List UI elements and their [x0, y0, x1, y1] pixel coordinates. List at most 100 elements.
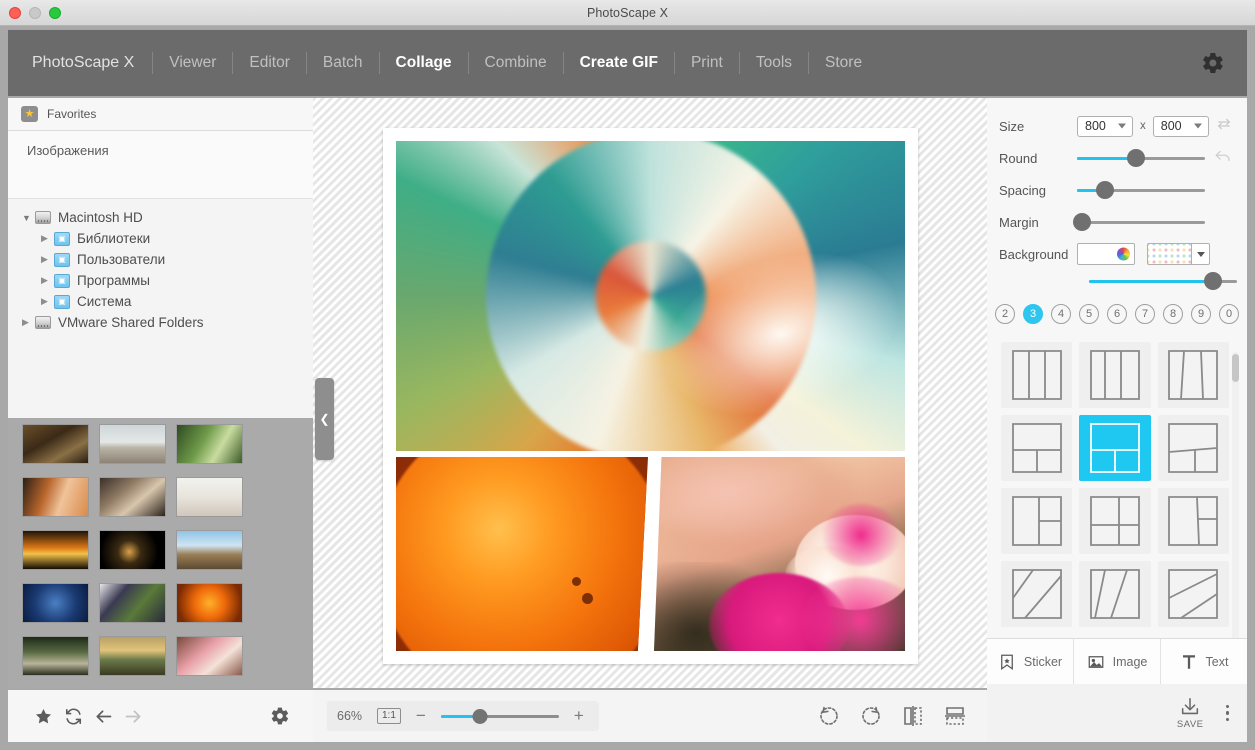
thumb-world-map[interactable] — [22, 583, 89, 623]
thumb-forest-path[interactable] — [176, 424, 243, 464]
favorites-header[interactable]: ★ Favorites — [8, 98, 313, 131]
gear-icon[interactable] — [265, 701, 295, 731]
gear-icon[interactable] — [1201, 51, 1225, 75]
favorite-item[interactable]: Изображения — [27, 142, 313, 160]
width-select[interactable]: 800 — [1077, 115, 1133, 137]
panel-tab-image[interactable]: Image — [1074, 639, 1161, 684]
collage-canvas[interactable] — [313, 98, 987, 688]
tree-item-macintosh-hd[interactable]: ▼ Macintosh HD — [8, 207, 313, 228]
layout-scrollbar[interactable] — [1232, 352, 1239, 638]
layout-3-columns-slanted[interactable] — [1157, 342, 1229, 408]
rotate-ccw-icon[interactable] — [817, 704, 841, 728]
nav-item-viewer[interactable]: Viewer — [153, 50, 232, 76]
collage-sheet[interactable] — [383, 128, 918, 664]
refresh-icon[interactable] — [58, 701, 88, 731]
nav-brand[interactable]: PhotoScape X — [22, 50, 152, 76]
photo-count-button-8[interactable]: 8 — [1163, 304, 1183, 324]
photo-count-button-3[interactable]: 3 — [1023, 304, 1043, 324]
thumbnail-grid[interactable]: ComputerDeskt....jpg — [8, 418, 313, 688]
layout-top-two-bottom[interactable] — [1001, 415, 1073, 481]
maximize-window-button[interactable] — [49, 6, 61, 19]
chevron-right-icon[interactable]: ▶ — [22, 317, 35, 328]
thumb-sun[interactable] — [176, 583, 243, 623]
tree-item-vmware-shared-folders[interactable]: ▶ VMware Shared Folders — [8, 312, 313, 333]
arrow-right-icon[interactable] — [118, 701, 148, 731]
kebab-menu-icon[interactable] — [1222, 699, 1234, 728]
thumb-cat-dark[interactable] — [99, 477, 166, 517]
flip-horizontal-icon[interactable] — [901, 704, 925, 728]
thumb-berries[interactable] — [99, 583, 166, 623]
save-button[interactable]: SAVE — [1177, 696, 1204, 730]
thumb-blossom[interactable] — [176, 636, 243, 676]
background-opacity-slider[interactable] — [1089, 272, 1237, 290]
tree-item-система[interactable]: ▶ ▣ Система — [8, 291, 313, 312]
thumb-pier-lake[interactable] — [99, 424, 166, 464]
thumb-woman-laptop[interactable] — [176, 477, 243, 517]
layout-left-two-right[interactable] — [1001, 488, 1073, 554]
close-window-button[interactable] — [9, 6, 21, 19]
layout-diagonal-three[interactable] — [1001, 561, 1073, 627]
layout-top-two-slanted[interactable] — [1157, 415, 1229, 481]
collage-cell-top[interactable] — [396, 141, 905, 451]
thumb-flowers-bokeh[interactable] — [22, 424, 89, 464]
photo-count-button-7[interactable]: 7 — [1135, 304, 1155, 324]
chevron-right-icon[interactable]: ▶ — [41, 296, 54, 307]
nav-item-store[interactable]: Store — [809, 50, 878, 76]
undo-icon[interactable] — [1213, 147, 1233, 170]
nav-item-tools[interactable]: Tools — [740, 50, 808, 76]
chevron-down-icon[interactable]: ▼ — [22, 213, 35, 223]
nav-item-collage[interactable]: Collage — [380, 50, 468, 76]
spacing-slider[interactable] — [1077, 181, 1205, 199]
flip-vertical-icon[interactable] — [943, 704, 967, 728]
chevron-right-icon[interactable]: ▶ — [41, 275, 54, 286]
star-icon[interactable] — [28, 701, 58, 731]
round-slider[interactable] — [1077, 149, 1205, 167]
photo-count-button-9[interactable]: 9 — [1191, 304, 1211, 324]
background-pattern-swatch[interactable] — [1147, 243, 1191, 265]
nav-item-combine[interactable]: Combine — [469, 50, 563, 76]
layout-diagonal-flat[interactable] — [1157, 561, 1229, 627]
arrow-left-icon[interactable] — [88, 701, 118, 731]
margin-slider[interactable] — [1073, 213, 1205, 231]
height-select[interactable]: 800 — [1152, 115, 1209, 137]
zoom-slider[interactable] — [440, 709, 559, 724]
zoom-in-button[interactable]: + — [569, 706, 589, 726]
layout-diagonal-steep[interactable] — [1079, 561, 1151, 627]
minimize-window-button[interactable] — [29, 6, 41, 19]
thumb-portrait-woman[interactable] — [22, 477, 89, 517]
rotate-cw-icon[interactable] — [859, 704, 883, 728]
photo-count-button-2[interactable]: 2 — [995, 304, 1015, 324]
layout-scrollbar-thumb[interactable] — [1232, 354, 1239, 382]
photo-count-button-6[interactable]: 6 — [1107, 304, 1127, 324]
thumb-autumn-river[interactable] — [99, 636, 166, 676]
layout-3-columns-equal[interactable] — [1001, 342, 1073, 408]
layout-left-two-right-b[interactable] — [1079, 488, 1151, 554]
chevron-right-icon[interactable]: ▶ — [41, 254, 54, 265]
zoom-fit-button[interactable]: 1:1 — [377, 708, 401, 724]
chevron-left-icon[interactable]: ❮ — [315, 378, 334, 460]
nav-item-create-gif[interactable]: Create GIF — [564, 50, 674, 76]
photo-count-button-0[interactable]: 0 — [1219, 304, 1239, 324]
panel-tab-sticker[interactable]: Sticker — [987, 639, 1074, 684]
tree-item-программы[interactable]: ▶ ▣ Программы — [8, 270, 313, 291]
thumb-road-forest[interactable] — [22, 636, 89, 676]
zoom-out-button[interactable]: − — [411, 706, 431, 726]
nav-item-editor[interactable]: Editor — [233, 50, 306, 76]
tree-item-библиотеки[interactable]: ▶ ▣ Библиотеки — [8, 228, 313, 249]
thumb-black-abstract[interactable] — [99, 530, 166, 570]
collage-cell-bottom-left[interactable] — [396, 457, 648, 651]
thumb-city-skyline[interactable] — [176, 530, 243, 570]
thumb-fire-explosion[interactable] — [22, 530, 89, 570]
layout-3-columns-narrow[interactable] — [1079, 342, 1151, 408]
tree-item-пользователи[interactable]: ▶ ▣ Пользователи — [8, 249, 313, 270]
background-color-swatch[interactable] — [1077, 243, 1135, 265]
chevron-right-icon[interactable]: ▶ — [41, 233, 54, 244]
layout-one-top-two-bottom[interactable] — [1079, 415, 1151, 481]
swap-icon[interactable] — [1215, 116, 1233, 137]
nav-item-print[interactable]: Print — [675, 50, 739, 76]
panel-tab-text[interactable]: Text — [1161, 639, 1247, 684]
photo-count-button-5[interactable]: 5 — [1079, 304, 1099, 324]
pattern-dropdown-button[interactable] — [1191, 243, 1210, 265]
layout-left-two-right-c[interactable] — [1157, 488, 1229, 554]
photo-count-button-4[interactable]: 4 — [1051, 304, 1071, 324]
